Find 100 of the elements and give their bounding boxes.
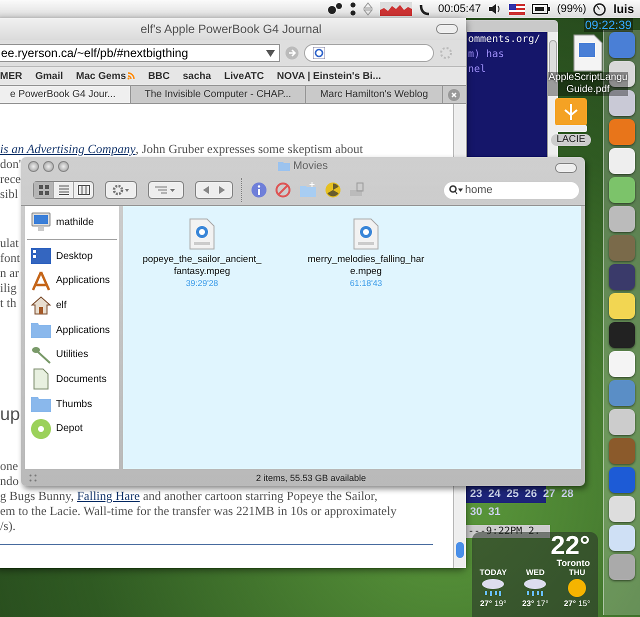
radiation-icon[interactable] [325, 182, 341, 198]
sidebar-item[interactable]: Applications [25, 268, 119, 294]
usb-drive-icon[interactable] [553, 96, 589, 134]
desktop-icon-label[interactable]: LACIE [551, 134, 591, 146]
action-menu-button[interactable] [105, 181, 137, 199]
bookmark-link[interactable]: Mac Gems [76, 70, 136, 82]
scroll-thumb[interactable] [456, 542, 464, 558]
sidebar-item[interactable]: Thumbs [25, 392, 119, 416]
phone-icon[interactable] [419, 2, 432, 16]
search-field[interactable] [304, 44, 434, 62]
high-temperature: 27° [480, 599, 492, 608]
dock-app-icon[interactable] [609, 496, 635, 522]
movie-file-icon[interactable] [353, 218, 379, 250]
sidebar-item[interactable]: Applications [25, 318, 119, 342]
sidebar-item[interactable]: elf [25, 293, 119, 318]
columns-icon [78, 185, 90, 195]
article-text-line: ilig [0, 281, 17, 296]
dropdown-arrow-icon[interactable] [266, 50, 275, 56]
movie-file-icon[interactable] [189, 218, 215, 250]
file-name[interactable]: popeye_the_sailor_ancient_ fantasy.mpeg [135, 254, 269, 278]
house-icon [30, 294, 52, 316]
sync-icon[interactable] [363, 2, 374, 16]
sidebar-item[interactable]: Depot [25, 416, 119, 442]
browser-tab[interactable]: Marc Hamilton's Weblog [306, 86, 444, 103]
network-drive-icon[interactable] [349, 182, 365, 198]
sun-icon [566, 577, 588, 599]
dock-app-icon[interactable] [609, 148, 635, 174]
toolbar-toggle-button[interactable] [555, 163, 577, 173]
file-duration: 61:18'43 [350, 278, 382, 288]
url-field[interactable]: ee.ryerson.ca/~elf/pb/#nextbigthing [0, 44, 280, 62]
window-title: elf's Apple PowerBook G4 Journal [140, 22, 322, 36]
no-entry-icon[interactable] [275, 182, 291, 198]
file-name[interactable]: merry_melodies_falling_har e.mpeg [299, 254, 433, 278]
dock-app-icon[interactable] [609, 293, 635, 319]
rain-cloud-icon [522, 577, 548, 599]
bookmark-link[interactable]: LiveATC [224, 70, 264, 82]
article-text-line: g Bugs Bunny, Falling Hare and another cartoon starring Popeye the Sailor, [0, 489, 378, 504]
low-temperature: 19° [494, 599, 506, 608]
terminal-line: m) has [468, 48, 504, 62]
bookmark-link[interactable]: NOVA | Einstein's Bi... [276, 70, 382, 82]
minimize-window-button[interactable] [43, 160, 54, 172]
dock-app-icon[interactable] [609, 525, 635, 551]
dock-app-icon[interactable] [609, 351, 635, 377]
bookmark-link[interactable]: Gmail [35, 70, 64, 82]
google-g-icon [313, 47, 325, 59]
article-text-line: n ar [0, 266, 20, 281]
file-duration: 39:29'28 [186, 278, 218, 288]
user-name[interactable]: luis [613, 2, 634, 16]
go-arrow-icon[interactable] [285, 46, 299, 60]
speaker-icon[interactable] [488, 3, 502, 15]
dock-app-icon[interactable] [609, 90, 635, 116]
gears-icon[interactable] [327, 2, 344, 16]
flag-icon[interactable] [508, 4, 525, 14]
icon-view-button[interactable] [34, 182, 54, 198]
search-field[interactable]: home [444, 182, 579, 198]
cpu-graph-icon[interactable] [380, 2, 412, 16]
sidebar-item[interactable]: mathilde [25, 210, 119, 235]
article-text-line: sibl [0, 187, 18, 202]
high-temperature: 27° [564, 599, 576, 608]
battery-icon[interactable] [532, 4, 550, 14]
article-text-line: one [0, 459, 18, 474]
search-icon [449, 185, 463, 195]
sidebar-item[interactable]: Utilities [25, 342, 119, 368]
calendar-day: 31 [488, 506, 500, 518]
article-link[interactable]: is an Advertising Company [0, 142, 136, 156]
sidebar-item[interactable]: Documents [25, 367, 119, 392]
article-link[interactable]: Falling Hare [76, 489, 140, 503]
terminal-line: nel [468, 63, 486, 77]
clock-icon[interactable] [593, 2, 606, 16]
browser-tab[interactable]: The Invisible Computer - CHAP... [130, 86, 306, 103]
toolbar-toggle-button[interactable] [436, 24, 458, 34]
battery-percentage[interactable]: (99%) [556, 3, 586, 15]
menubar-clock[interactable]: 00:05:47 [438, 3, 481, 15]
pdf-document-icon[interactable] [573, 34, 603, 72]
browser-tab[interactable]: e PowerBook G4 Jour... [0, 86, 131, 103]
article-text-line: /s). [0, 519, 16, 534]
high-temperature: 23° [522, 599, 534, 608]
article-text-line: ulat [0, 236, 19, 251]
gear-icon [112, 184, 130, 196]
info-icon[interactable] [251, 182, 267, 198]
bookmark-link[interactable]: sacha [182, 70, 212, 82]
bookmark-link[interactable]: BBC [148, 70, 170, 82]
back-forward-button[interactable] [195, 181, 233, 199]
grid-icon [38, 185, 48, 195]
bookmark-link[interactable]: MER [0, 70, 22, 82]
close-icon[interactable] [448, 89, 460, 101]
low-temperature: 17° [536, 599, 549, 608]
dock-app-icon[interactable] [609, 322, 635, 348]
back-forward-arrows-icon [202, 185, 226, 195]
desktop-clock: 09:22:39 [584, 18, 633, 32]
dots-icon[interactable] [350, 2, 356, 16]
grip-icon [29, 474, 37, 482]
close-window-button[interactable] [28, 160, 39, 172]
temperature: 22° [550, 532, 590, 558]
arrange-menu-button[interactable] [148, 181, 184, 199]
loading-spinner-icon [439, 46, 453, 60]
article-text-line: rece [0, 172, 21, 187]
day-label: THU [568, 568, 586, 577]
zoom-window-button[interactable] [58, 160, 69, 172]
sidebar-item[interactable]: Desktop [25, 244, 119, 268]
